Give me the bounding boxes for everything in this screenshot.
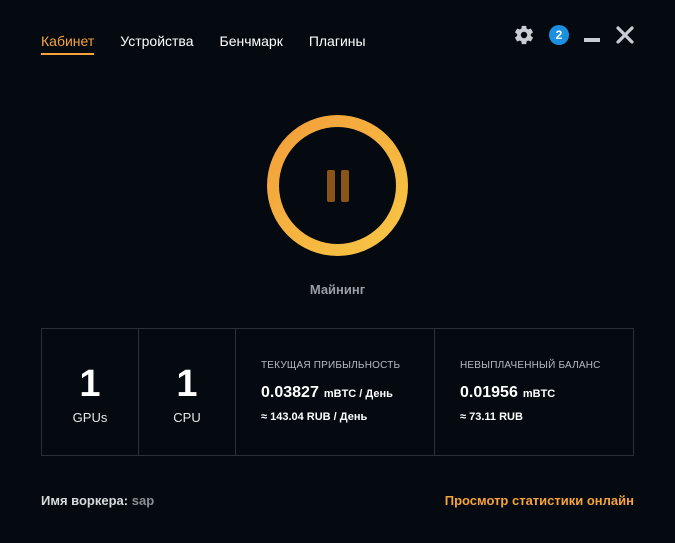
minimize-icon[interactable] [583,26,601,44]
pause-bar-left [326,169,335,202]
worker-info: Имя воркера: sap [41,493,154,508]
profitability-stat: ТЕКУЩАЯ ПРИБЫЛЬНОСТЬ 0.03827 mBTC / День… [236,329,435,455]
balance-title: НЕВЫПЛАЧЕННЫЙ БАЛАНС [460,360,601,371]
pause-bar-right [340,169,349,202]
stats-panel: 1 GPUs 1 CPU ТЕКУЩАЯ ПРИБЫЛЬНОСТЬ 0.0382… [41,328,634,456]
gpus-label: GPUs [72,410,108,425]
cpu-label: CPU [173,410,201,425]
main-nav: Кабинет Устройства Бенчмарк Плагины [41,33,366,55]
mining-status-label: Майнинг [309,282,366,297]
tab-devices[interactable]: Устройства [120,33,193,55]
balance-main: 0.01956 mBTC [460,384,633,402]
tab-benchmark[interactable]: Бенчмарк [220,33,283,55]
gear-icon[interactable] [513,24,535,46]
tab-cabinet[interactable]: Кабинет [41,33,95,55]
worker-name: sap [131,493,155,508]
cpu-stat: 1 CPU [139,329,236,455]
mining-toggle-button[interactable] [267,115,408,256]
profitability-unit: mBTC / День [323,388,393,400]
profitability-title: ТЕКУЩАЯ ПРИБЫЛЬНОСТЬ [261,360,401,371]
balance-unit: mBTC [522,388,556,400]
profitability-fiat: ≈ 143.04 RUB / День [261,411,368,423]
notifications-badge[interactable]: 2 [549,25,569,45]
gpus-stat: 1 GPUs [42,329,139,455]
profitability-value: 0.03827 [261,384,319,401]
tab-plugins[interactable]: Плагины [309,33,366,55]
balance-stat: НЕВЫПЛАЧЕННЫЙ БАЛАНС 0.01956 mBTC ≈ 73.1… [435,329,633,455]
cpu-count: 1 [176,363,198,405]
worker-label: Имя воркера: [41,493,129,508]
pause-icon [279,127,396,244]
app-window: Кабинет Устройства Бенчмарк Плагины 2 Ма… [0,0,675,543]
window-controls: 2 [513,24,635,46]
view-stats-online-link[interactable]: Просмотр статистики онлайн [445,493,634,508]
close-icon[interactable] [615,25,635,45]
profitability-main: 0.03827 mBTC / День [261,384,434,402]
balance-value: 0.01956 [460,384,518,401]
balance-fiat: ≈ 73.11 RUB [460,411,523,423]
gpus-count: 1 [79,363,101,405]
